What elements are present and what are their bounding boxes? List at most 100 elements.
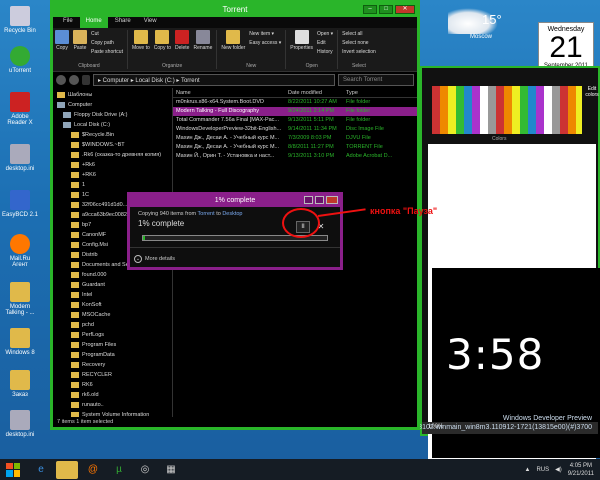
column-name[interactable]: Name [173, 88, 285, 97]
move-to-button[interactable]: Move to [132, 30, 150, 51]
nav-item[interactable]: Computer [53, 100, 172, 110]
invert-selection-button[interactable]: Invert selection [342, 48, 376, 57]
paint-taskbar-button[interactable]: ▦ [160, 461, 182, 479]
column-type[interactable]: Type [343, 88, 403, 97]
nav-item[interactable]: found.000 [53, 270, 172, 280]
tab-home[interactable]: Home [79, 17, 108, 28]
nav-item[interactable]: Шаблоны [53, 90, 172, 100]
desktop-icon-adobe-reader[interactable]: Adobe Reader X [2, 92, 38, 126]
desktop-icon-easybcd[interactable]: EasyBCD 2.1 [2, 190, 38, 218]
tab-view[interactable]: View [138, 17, 163, 28]
nav-item[interactable]: MSOCache [53, 310, 172, 320]
mailru-taskbar-button[interactable]: @ [82, 461, 104, 479]
nav-item[interactable]: Floppy Disk Drive (A:) [53, 110, 172, 120]
nav-item[interactable]: pchd [53, 320, 172, 330]
file-row[interactable]: m0nkrus.x86-x64.System.Boot.DVD 8/22/2011… [173, 98, 417, 107]
file-row[interactable]: Махин Дж., Десаи А. - Учебный курс M... 8… [173, 143, 417, 152]
nav-item[interactable]: PerfLogs [53, 330, 172, 340]
desktop-icon-recycle-bin[interactable]: Recycle Bin [2, 6, 38, 34]
desktop-icon-desktop-ini-2[interactable]: desktop.ini [2, 410, 38, 438]
nav-item[interactable]: $Recycle.Bin [53, 130, 172, 140]
delete-button[interactable]: Delete [175, 30, 189, 51]
destination-link[interactable]: Desktop [222, 211, 242, 217]
nav-item[interactable]: System Volume Information [53, 410, 172, 417]
desktop-icon-zakaz[interactable]: Заказ [2, 370, 38, 398]
history-button[interactable]: History [317, 48, 333, 57]
nav-item[interactable]: Intel [53, 290, 172, 300]
nav-item[interactable]: rk6.old [53, 390, 172, 400]
nav-item-label: Floppy Disk Drive (A:) [74, 112, 128, 118]
tab-file[interactable]: File [57, 17, 79, 28]
desktop-icon-modern-talking[interactable]: Modern Talking - ... [2, 282, 38, 316]
nav-item[interactable]: runauto.. [53, 400, 172, 410]
paste-button[interactable]: Paste [73, 30, 87, 57]
dialog-maximize-button[interactable] [315, 196, 324, 204]
start-button[interactable] [0, 459, 26, 480]
forward-button[interactable] [69, 75, 79, 85]
paint-window[interactable]: Edit colors Colors 100% [420, 66, 600, 459]
nav-item[interactable]: +RK6 [53, 170, 172, 180]
nav-item[interactable]: KonSoft [53, 300, 172, 310]
dialog-separator [130, 247, 340, 248]
file-row[interactable]: WindowsDeveloperPreview-32bit-English...… [173, 125, 417, 134]
search-input[interactable]: Search Torrent [338, 74, 414, 86]
language-indicator[interactable]: RUS [536, 467, 549, 473]
rename-button[interactable]: Rename [193, 30, 212, 51]
copy-to-button[interactable]: Copy to [154, 30, 171, 51]
nav-item[interactable]: Program Files [53, 340, 172, 350]
desktop-icon-mailru[interactable]: Mail.Ru Агент [2, 234, 38, 268]
file-row[interactable]: Modern Talking - Full Discography 9/24/20… [173, 107, 417, 116]
up-button[interactable] [82, 75, 90, 85]
more-details-button[interactable]: ⌄ More details [134, 255, 175, 263]
show-hidden-icons[interactable]: ▲ [525, 467, 531, 473]
maximize-button[interactable]: □ [379, 5, 393, 14]
copy-path-button[interactable]: Copy path [91, 39, 123, 48]
nav-item[interactable]: Local Disk (C:) [53, 120, 172, 130]
nav-item[interactable]: ProgramData [53, 350, 172, 360]
dialog-minimize-button[interactable] [304, 196, 313, 204]
window-titlebar[interactable]: Torrent – □ ✕ [53, 3, 417, 17]
minimize-button[interactable]: – [363, 5, 377, 14]
copy-button[interactable]: Copy [55, 30, 69, 57]
network-taskbar-button[interactable]: ◎ [134, 461, 156, 479]
properties-button[interactable]: Properties [290, 30, 313, 57]
nav-item[interactable]: RECYCLER [53, 370, 172, 380]
nav-item[interactable]: .Rk6 (сказка-то древняя копия) [53, 150, 172, 160]
tray-clock[interactable]: 4:05 PM 9/21/2011 [568, 462, 594, 478]
file-row[interactable]: Махин Й., Орин Т. - Установка и наст... 9… [173, 152, 417, 161]
dialog-titlebar[interactable]: 1% complete [130, 195, 340, 207]
nav-item[interactable]: +Rk6 [53, 160, 172, 170]
desktop-icon-utorrent[interactable]: uTorrent [2, 46, 38, 74]
new-item-button[interactable]: New item ▾ [249, 30, 281, 39]
close-button[interactable]: ✕ [395, 5, 415, 14]
ie-taskbar-button[interactable]: e [30, 461, 52, 479]
explorer-taskbar-button[interactable] [56, 460, 78, 479]
address-bar[interactable]: ▸ Computer ▸ Local Disk (C:) ▸ Torrent [93, 74, 335, 86]
desktop-icon-desktop-ini[interactable]: desktop.ini [2, 144, 38, 172]
paste-shortcut-button[interactable]: Paste shortcut [91, 48, 123, 57]
column-date-modified[interactable]: Date modified [285, 88, 343, 97]
file-row[interactable]: Махин Дж., Десаи А. - Учебный курс M... 7… [173, 134, 417, 143]
tab-share[interactable]: Share [109, 17, 137, 28]
select-all-button[interactable]: Select all [342, 30, 376, 39]
file-row[interactable]: Total Commander 7.56a Final [MAX-Pac... 9… [173, 116, 417, 125]
color-palette[interactable] [432, 86, 582, 134]
source-link[interactable]: Torrent [198, 211, 215, 217]
open-button[interactable]: Open ▾ [317, 30, 333, 39]
easy-access-button[interactable]: Easy access ▾ [249, 39, 281, 48]
volume-icon[interactable]: ◀) [555, 466, 562, 473]
utorrent-taskbar-button[interactable]: µ [108, 461, 130, 479]
edit-colors-button[interactable]: Edit colors [582, 86, 600, 98]
dialog-close-button[interactable] [326, 196, 338, 204]
new-folder-button[interactable]: New folder [221, 30, 245, 51]
edit-button[interactable]: Edit [317, 39, 333, 48]
nav-item[interactable]: Recovery [53, 360, 172, 370]
nav-item[interactable]: $WINDOWS.~BT [53, 140, 172, 150]
nav-item[interactable]: Guardant [53, 280, 172, 290]
cut-button[interactable]: Cut [91, 30, 123, 39]
nav-item[interactable]: RK6 [53, 380, 172, 390]
select-none-button[interactable]: Select none [342, 39, 376, 48]
desktop-icon-windows8[interactable]: Windows 8 [2, 328, 38, 356]
nav-item[interactable]: 1 [53, 180, 172, 190]
back-button[interactable] [56, 75, 66, 85]
